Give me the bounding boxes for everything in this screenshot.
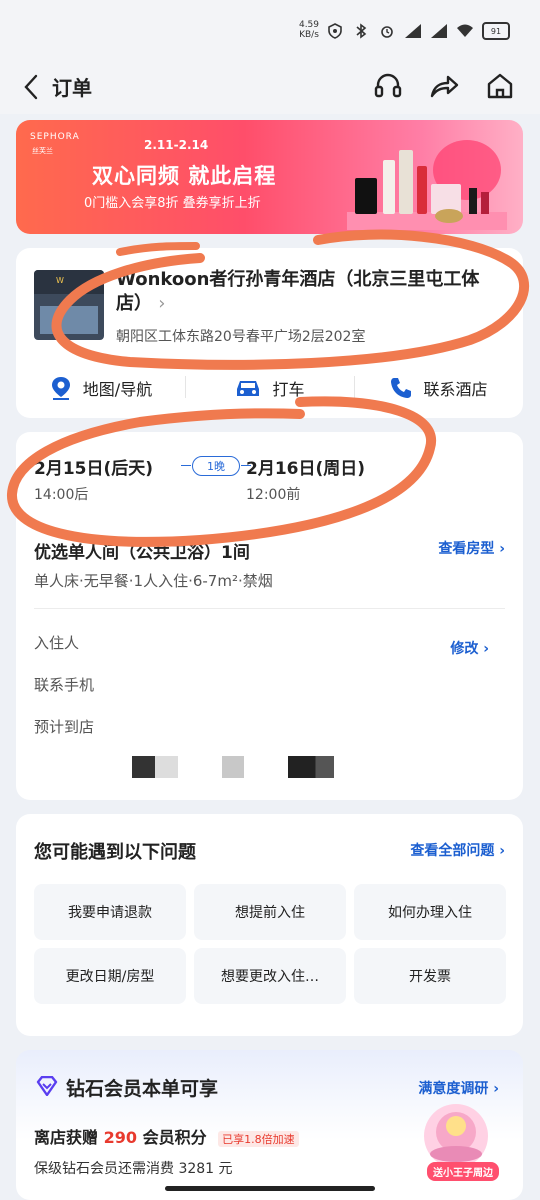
redacted-block: [288, 756, 334, 778]
nights-badge: 1晚: [181, 456, 251, 476]
share-icon[interactable]: [428, 70, 460, 102]
faq-view-all-link[interactable]: 查看全部问题 ›: [410, 840, 505, 860]
banner-brand: SEPHORA: [30, 132, 80, 142]
faq-item[interactable]: 如何办理入住: [354, 884, 506, 940]
alarm-icon: [378, 23, 396, 39]
battery-icon: 91: [482, 22, 510, 40]
boost-badge: 已享1.8倍加速: [218, 1130, 299, 1147]
bluetooth-icon: [352, 23, 370, 39]
phone-icon: [391, 378, 412, 398]
keep-level-text: 保级钻石会员还需消费 3281 元: [34, 1161, 233, 1177]
divider: [34, 608, 505, 609]
faq-title: 您可能遇到以下问题: [34, 842, 196, 863]
booking-card: 2月15日(后天) 14:00后 1晚 2月16日(周日) 12:00前 优选单…: [16, 432, 523, 800]
hotel-actions: 地图/导航 打车 联系酒店: [16, 366, 523, 410]
banner-brand-cn: 丝芙兰: [32, 147, 53, 155]
arrival-label: 预计到店: [34, 718, 95, 736]
redacted-block: [132, 756, 178, 778]
faq-item[interactable]: 想要更改入住…: [194, 948, 346, 1004]
home-icon[interactable]: [484, 70, 516, 102]
faq-item[interactable]: 更改日期/房型: [34, 948, 186, 1004]
status-bar: 4.59 KB/s 91: [0, 0, 540, 62]
faq-item[interactable]: 开发票: [354, 948, 506, 1004]
checkin-time: 14:00后: [34, 487, 89, 503]
promo-banner[interactable]: SEPHORA 丝芙兰 2.11-2.14 双心同频 就此启程 0门槛入会享8折…: [16, 120, 523, 234]
phone-label: 联系手机: [34, 676, 95, 694]
hotel-name[interactable]: Wonkoon者行孙青年酒店（北京三里屯工体店） ›: [116, 268, 496, 316]
survey-link[interactable]: 满意度调研 ›: [418, 1078, 499, 1098]
banner-subline: 0门槛入会享8折 叠券享折上折: [84, 196, 261, 211]
faq-grid: 我要申请退款 想提前入住 如何办理入住 更改日期/房型 想要更改入住… 开发票: [34, 884, 508, 1004]
diamond-icon: [36, 1076, 58, 1096]
cosmetics-image: [347, 140, 507, 230]
checkout-time: 12:00前: [246, 487, 301, 503]
faq-item[interactable]: 我要申请退款: [34, 884, 186, 940]
map-navigation-button[interactable]: 地图/导航: [16, 366, 185, 410]
faq-card: 您可能遇到以下问题 查看全部问题 › 我要申请退款 想提前入住 如何办理入住 更…: [16, 814, 523, 1036]
points-line: 离店获赠 290 会员积分 已享1.8倍加速: [34, 1124, 299, 1148]
faq-item[interactable]: 想提前入住: [194, 884, 346, 940]
promo-label: 送小王子周边: [427, 1162, 499, 1181]
room-info: 单人床·无早餐·1人入住·6-7m²·禁烟: [34, 572, 273, 590]
hotel-photo[interactable]: W: [34, 270, 104, 340]
hotel-address: 朝阳区工体东路20号春平广场2层202室: [116, 329, 366, 345]
contact-hotel-button[interactable]: 联系酒店: [354, 366, 523, 410]
taxi-button[interactable]: 打车: [185, 366, 354, 410]
signal-icon: [404, 23, 422, 39]
network-speed: 4.59 KB/s: [298, 20, 320, 40]
page-title: 订单: [52, 76, 92, 100]
wifi-icon: [456, 23, 474, 39]
view-room-link[interactable]: 查看房型 ›: [438, 538, 505, 558]
hotel-card: W Wonkoon者行孙青年酒店（北京三里屯工体店） › 朝阳区工体东路20号春…: [16, 248, 523, 418]
redacted-block: [222, 756, 244, 778]
banner-dates: 2.11-2.14: [144, 138, 209, 152]
chevron-right-icon: ›: [158, 293, 166, 314]
page-header: 订单: [0, 62, 540, 114]
home-indicator: [165, 1186, 375, 1191]
checkout-date: 2月16日(周日): [246, 459, 366, 479]
car-icon: [237, 381, 260, 396]
signal-icon-2: [430, 23, 448, 39]
back-icon[interactable]: [22, 72, 42, 102]
member-card: 钻石会员本单可享 满意度调研 › 离店获赠 290 会员积分 已享1.8倍加速 …: [16, 1050, 523, 1200]
guest-label: 入住人: [34, 634, 80, 652]
customer-service-icon[interactable]: [372, 70, 404, 102]
points-value: 290: [103, 1128, 137, 1147]
checkin-date: 2月15日(后天): [34, 459, 154, 479]
map-pin-icon: [51, 377, 70, 400]
modify-link[interactable]: 修改 ›: [450, 638, 489, 658]
banner-headline: 双心同频 就此启程: [92, 164, 277, 188]
room-title: 优选单人间（公共卫浴）1间: [34, 543, 250, 563]
status-icons: 91: [326, 22, 510, 40]
vpn-icon: [326, 23, 344, 39]
member-title: 钻石会员本单可享: [66, 1078, 219, 1100]
